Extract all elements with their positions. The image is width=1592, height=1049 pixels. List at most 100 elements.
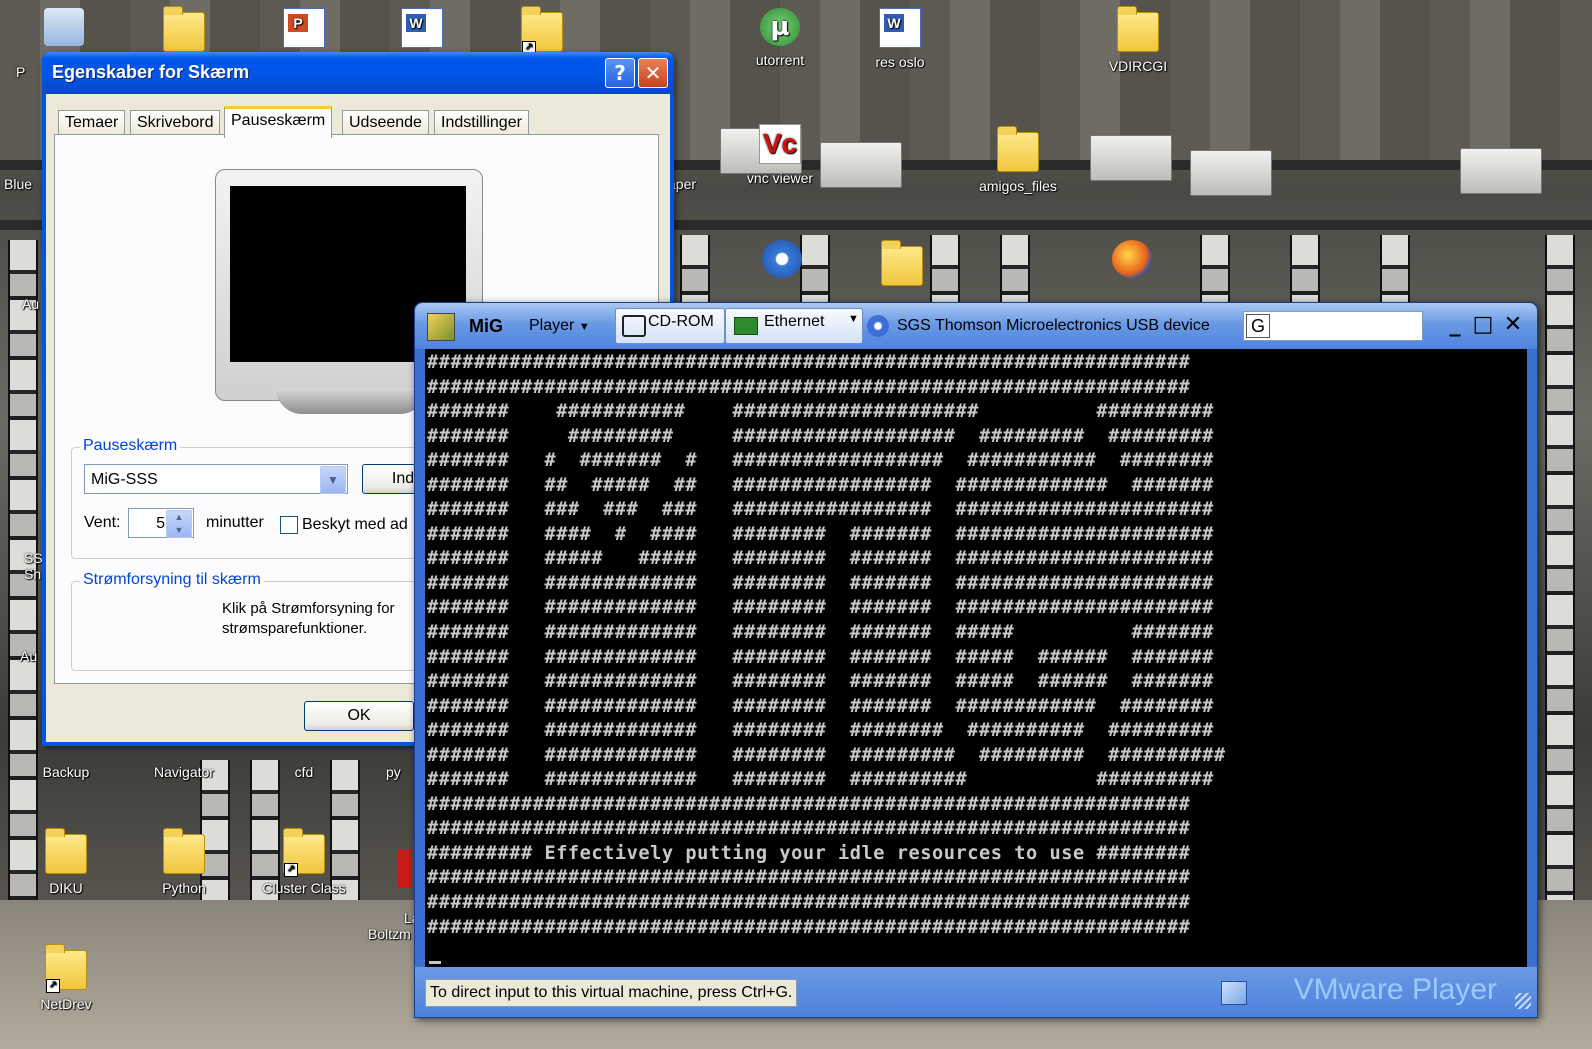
desktop-icon-label: VDIRCGI	[1108, 58, 1168, 74]
power-text-line-1: Klik på Strømforsyning for	[222, 600, 395, 617]
status-message: To direct input to this virtual machine,…	[425, 979, 798, 1007]
desktop-icon-boltzmann[interactable]: La Boltzm	[368, 834, 420, 942]
media-player-icon	[762, 240, 802, 278]
shortcut-arrow-icon: ↗	[284, 863, 298, 877]
desktop-icon-label: La Boltzm	[368, 910, 420, 942]
wait-spinner[interactable]: 5 ▲ ▼	[128, 508, 194, 538]
wait-value: 5	[156, 515, 165, 532]
word-document-icon	[879, 8, 921, 48]
desktop-icon-vdircgi[interactable]: VDIRCGI	[1090, 6, 1186, 74]
chevron-down-icon[interactable]: ▼	[848, 313, 859, 325]
cdrom-device-button[interactable]: CD-ROM	[615, 308, 725, 344]
ethernet-icon	[734, 317, 758, 335]
vmware-logo-icon	[1221, 981, 1247, 1005]
folder-icon	[45, 828, 87, 874]
word-document-icon	[401, 8, 443, 48]
ok-button[interactable]: OK	[304, 701, 414, 731]
desktop-icon-python[interactable]: Python	[136, 828, 232, 896]
desktop-icon-recycle-bin[interactable]: P	[16, 8, 112, 80]
desktop-icon-cluster-class[interactable]: ↗ Cluster Class	[256, 828, 352, 896]
desktop-icon-label: Au	[20, 648, 38, 664]
desktop-icon-blue[interactable]: Blue	[4, 176, 44, 192]
minimize-button[interactable]: _	[1443, 313, 1467, 337]
cdrom-icon	[622, 315, 646, 337]
desktop-icon-utorrent[interactable]: µ utorrent	[732, 8, 828, 68]
spinner-arrows-icon[interactable]: ▲ ▼	[166, 510, 192, 538]
help-button[interactable]: ?	[605, 58, 635, 88]
tab-skrivebord[interactable]: Skrivebord	[130, 110, 221, 135]
screensaver-select[interactable]: MiG-SSS ▼	[84, 464, 348, 494]
desktop-icon-backup[interactable]: Backup	[18, 764, 114, 780]
vmware-player-window: MiG Player ▼ CD-ROM Ethernet ▼ SGS Thoms…	[414, 302, 1538, 1018]
wait-label: Vent:	[84, 514, 121, 531]
desktop-icon-folder[interactable]	[854, 240, 950, 292]
tab-pauseskaerm[interactable]: Pauseskærm	[224, 106, 333, 138]
dialog-titlebar[interactable]: Egenskaber for Skærm ? ✕	[42, 52, 674, 94]
folder-icon: ↗	[521, 6, 563, 55]
console-cursor	[429, 961, 441, 964]
pdf-document-icon	[398, 850, 412, 888]
desktop-icon-word-doc[interactable]	[374, 8, 470, 54]
folder-icon	[881, 240, 923, 286]
desktop-icon-res-oslo[interactable]: res oslo	[852, 8, 948, 70]
close-button[interactable]: ✕	[1501, 313, 1525, 337]
resize-grip-icon[interactable]	[1515, 993, 1531, 1009]
vm-name: MiG	[469, 316, 503, 336]
folder-icon	[997, 126, 1039, 172]
desktop-icon-cfd[interactable]: cfd	[256, 764, 352, 780]
desktop-icon-amigos-files[interactable]: amigos_files	[970, 126, 1066, 194]
powerpoint-document-icon	[283, 8, 325, 48]
protect-checkbox[interactable]	[280, 516, 298, 534]
desktop-icon-label: res oslo	[875, 54, 925, 70]
server-unit	[1460, 148, 1542, 194]
monitor-stand	[276, 388, 426, 414]
search-input[interactable]: G	[1243, 311, 1423, 341]
player-menu[interactable]: Player ▼	[529, 313, 590, 339]
ethernet-label: Ethernet	[764, 313, 825, 330]
desktop-icon-vnc-viewer[interactable]: Vc vnc viewer	[732, 124, 828, 186]
minutes-label: minutter	[206, 514, 264, 531]
usb-device-label[interactable]: SGS Thomson Microelectronics USB device	[897, 313, 1210, 339]
desktop-icon-netdrev[interactable]: ↗ NetDrev	[18, 944, 114, 1012]
dialog-title: Egenskaber for Skærm	[52, 62, 250, 82]
tab-indstillinger[interactable]: Indstillinger	[434, 110, 529, 135]
vmware-app-icon	[427, 313, 455, 341]
folder-icon	[1117, 6, 1159, 52]
maximize-button[interactable]: □	[1471, 313, 1495, 337]
shortcut-arrow-icon: ↗	[46, 979, 60, 993]
power-group-label: Strømforsyning til skærm	[80, 571, 264, 589]
desktop-icon-py[interactable]: py	[386, 764, 416, 780]
desktop-icon-label: SS Sh	[24, 550, 43, 582]
close-button[interactable]: ✕	[638, 58, 668, 88]
server-unit	[1090, 135, 1172, 181]
desktop-icon-label: utorrent	[755, 52, 805, 68]
desktop-icon-firefox[interactable]	[1084, 240, 1180, 284]
desktop-icon-media-player[interactable]	[734, 240, 830, 284]
ethernet-device-button[interactable]: Ethernet ▼	[725, 308, 863, 344]
tab-udseende[interactable]: Udseende	[342, 110, 429, 135]
screensaver-select-value: MiG-SSS	[91, 471, 158, 488]
player-menu-label: Player	[529, 317, 575, 334]
tab-temaer[interactable]: Temaer	[58, 110, 126, 135]
usb-device-icon[interactable]	[867, 315, 889, 337]
desktop-icon-label: Python	[162, 880, 206, 896]
desktop-icon-label: Cluster Class	[262, 880, 346, 896]
desktop-icon-navigator[interactable]: Navigator	[136, 764, 232, 780]
vmware-brand: VMware Player	[1293, 973, 1497, 1006]
utorrent-icon: µ	[760, 8, 800, 46]
vmware-toolbar[interactable]: MiG Player ▼ CD-ROM Ethernet ▼ SGS Thoms…	[415, 303, 1537, 349]
vm-console[interactable]: ########################################…	[425, 349, 1527, 967]
desktop-icon-paper[interactable]: aper	[668, 176, 716, 192]
desktop-icon-label: Navigator	[154, 764, 214, 780]
desktop-icon-label: DIKU	[49, 880, 83, 896]
server-unit	[1190, 150, 1272, 196]
desktop-icon-label: amigos_files	[979, 178, 1057, 194]
chevron-down-icon[interactable]: ▼	[320, 466, 346, 494]
cdrom-label: CD-ROM	[648, 313, 714, 330]
desktop-icon-diku[interactable]: DIKU	[18, 828, 114, 896]
folder-icon	[163, 828, 205, 874]
desktop-icon-label: Backup	[42, 764, 90, 780]
desktop-icon-powerpoint[interactable]	[256, 8, 352, 54]
desktop-icon-label: Au	[22, 296, 40, 312]
desktop-icon-label: P	[16, 64, 26, 80]
